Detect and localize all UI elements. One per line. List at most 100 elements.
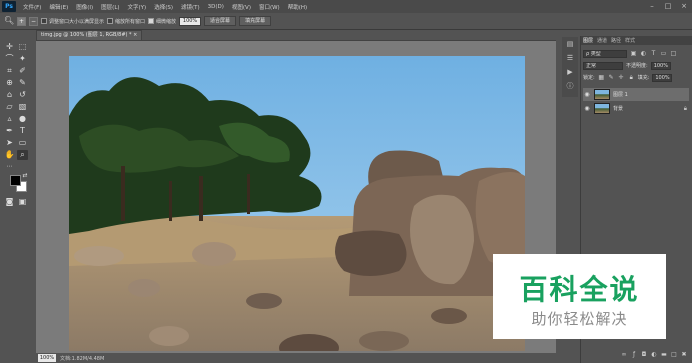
tab-paths[interactable]: 路径: [611, 37, 621, 44]
menu-view[interactable]: 视图(V): [228, 3, 255, 11]
trash-icon[interactable]: ✖: [681, 351, 687, 361]
visibility-eye-icon[interactable]: ◉: [583, 91, 591, 98]
eyedropper-tool-icon[interactable]: ✐: [17, 66, 28, 76]
resize-windows-checkbox[interactable]: 调整窗口大小以满屏显示: [41, 18, 104, 25]
zoom-out-button[interactable]: −: [29, 16, 38, 26]
lock-transparent-icon[interactable]: ▦: [598, 74, 605, 81]
zoom-icon[interactable]: 🔍︎: [4, 16, 14, 26]
close-window-button[interactable]: ×: [676, 0, 692, 13]
link-icon[interactable]: ∞: [621, 351, 627, 361]
quick-select-tool-icon[interactable]: ✦: [17, 54, 28, 64]
more-tools-icon[interactable]: ⋯: [4, 162, 15, 172]
layer-thumbnail: [594, 103, 610, 114]
dodge-tool-icon[interactable]: ●: [17, 114, 28, 124]
clone-stamp-tool-icon[interactable]: ⌂: [4, 90, 15, 100]
layer-thumbnail: [594, 89, 610, 100]
minimize-button[interactable]: –: [644, 0, 660, 13]
healing-brush-tool-icon[interactable]: ⊕: [4, 78, 15, 88]
collapsed-panel-dock: ▤ ☰ ▶ ⓘ: [562, 37, 578, 97]
filter-type-icon[interactable]: T: [650, 50, 657, 57]
quick-mask-icon[interactable]: ◙: [4, 197, 15, 207]
gradient-tool-icon[interactable]: ▧: [17, 102, 28, 112]
adjustment-icon[interactable]: ◐: [651, 351, 657, 361]
filter-pixel-icon[interactable]: ▣: [630, 50, 637, 57]
brush-tool-icon[interactable]: ✎: [17, 78, 28, 88]
layer-row[interactable]: ◉ 背景 🔒︎: [583, 102, 689, 115]
filter-smart-object-icon[interactable]: □: [670, 50, 677, 57]
path-select-tool-icon[interactable]: ➤: [4, 138, 15, 148]
blend-mode-select[interactable]: 正常: [583, 61, 623, 70]
menu-edit[interactable]: 编辑(E): [45, 3, 72, 11]
pen-tool-icon[interactable]: ✒: [4, 126, 15, 136]
zoom-in-button[interactable]: +: [17, 16, 26, 26]
move-tool-icon[interactable]: ✛: [4, 42, 15, 52]
rectangle-tool-icon[interactable]: ▭: [17, 138, 28, 148]
marquee-tool-icon[interactable]: ⬚: [17, 42, 28, 52]
menu-image[interactable]: 图像(I): [72, 3, 97, 11]
tab-layers[interactable]: 图层: [583, 37, 593, 44]
layer-name[interactable]: 背景: [613, 105, 623, 112]
zoom-tool-icon[interactable]: ⌕: [17, 150, 28, 160]
status-zoom-field[interactable]: 100%: [38, 354, 56, 362]
document-size-info[interactable]: 文档:1.82M/4.48M: [60, 355, 104, 362]
mask-icon[interactable]: ◘: [641, 351, 647, 361]
window-controls: – □ ×: [644, 0, 692, 13]
menu-filter[interactable]: 滤镜(T): [177, 3, 204, 11]
tab-styles[interactable]: 样式: [625, 37, 635, 44]
menu-layer[interactable]: 图层(L): [97, 3, 123, 11]
zoom-value-field[interactable]: 100%: [179, 16, 202, 26]
menu-window[interactable]: 窗口(W): [255, 3, 284, 11]
filter-shape-icon[interactable]: ▭: [660, 50, 667, 57]
layer-filter-row: ρ 类型 ▣ ◐ T ▭ □: [583, 49, 677, 58]
fill-field[interactable]: 100%: [652, 73, 673, 82]
photo-canvas[interactable]: [69, 56, 525, 351]
screen-mode-icon[interactable]: ▣: [17, 197, 28, 207]
close-tab-icon[interactable]: ×: [133, 32, 137, 38]
lock-all-icon[interactable]: 🔒︎: [628, 74, 635, 82]
watermark-title: 百科全说: [519, 273, 640, 306]
menu-bar: Ps 文件(F) 编辑(E) 图像(I) 图层(L) 文字(Y) 选择(S) 滤…: [0, 0, 692, 13]
lock-row: 锁定: ▦ ✎ ✛ 🔒︎ 填充: 100%: [583, 73, 673, 82]
fit-screen-button[interactable]: 适合屏幕: [204, 16, 237, 26]
layer-row[interactable]: ◉ 图层 1: [583, 88, 689, 101]
hand-tool-icon[interactable]: ✋: [4, 150, 15, 160]
opacity-field[interactable]: 100%: [650, 61, 671, 70]
scrubby-zoom-checkbox[interactable]: 细微缩放: [148, 18, 176, 25]
crop-tool-icon[interactable]: ⌗: [4, 66, 15, 76]
visibility-eye-icon[interactable]: ◉: [583, 105, 591, 112]
foreground-color-swatch[interactable]: [10, 175, 21, 186]
swap-colors-icon[interactable]: ⇄: [21, 171, 29, 181]
lock-position-icon[interactable]: ✛: [618, 74, 625, 81]
menu-type[interactable]: 文字(Y): [124, 3, 151, 11]
layer-filter-select[interactable]: ρ 类型: [583, 49, 627, 58]
new-layer-icon[interactable]: □: [671, 351, 677, 361]
lasso-tool-icon[interactable]: ⌒: [4, 54, 15, 64]
blur-tool-icon[interactable]: ▵: [4, 114, 15, 124]
opacity-label: 不透明度:: [626, 63, 648, 69]
properties-panel-icon[interactable]: ☰: [562, 51, 578, 65]
maximize-button[interactable]: □: [660, 0, 676, 13]
folder-icon[interactable]: ▬: [661, 351, 667, 361]
filter-adjustment-icon[interactable]: ◐: [640, 50, 647, 57]
document-tab[interactable]: timg.jpg @ 100% (图层 1, RGB/8#) * ×: [36, 30, 143, 40]
layer-name[interactable]: 图层 1: [613, 91, 628, 98]
info-panel-icon[interactable]: ⓘ: [562, 79, 578, 93]
fx-icon[interactable]: ƒ: [631, 351, 637, 361]
eraser-tool-icon[interactable]: ▱: [4, 102, 15, 112]
actions-panel-icon[interactable]: ▶: [562, 65, 578, 79]
checkbox-checked-icon: [148, 18, 155, 24]
menu-3d[interactable]: 3D(D): [204, 4, 228, 10]
menu-help[interactable]: 帮助(H): [284, 3, 311, 11]
history-panel-icon[interactable]: ▤: [562, 37, 578, 51]
panel-tabs: 图层 通道 路径 样式: [581, 36, 692, 45]
zoom-all-windows-checkbox[interactable]: 缩放所有窗口: [107, 18, 145, 25]
history-brush-tool-icon[interactable]: ↺: [17, 90, 28, 100]
lock-image-icon[interactable]: ✎: [608, 74, 615, 81]
tab-channels[interactable]: 通道: [597, 37, 607, 44]
fill-screen-button[interactable]: 填充屏幕: [239, 16, 272, 26]
menu-select[interactable]: 选择(S): [150, 3, 177, 11]
document-canvas-area[interactable]: [36, 40, 556, 353]
menu-file[interactable]: 文件(F): [19, 3, 45, 11]
type-tool-icon[interactable]: T: [17, 126, 28, 136]
tools-panel: ✛ ⬚ ⌒ ✦ ⌗ ✐ ⊕ ✎ ⌂ ↺ ▱ ▧ ▵ ● ✒ T ➤ ▭ ✋ ⌕ …: [2, 37, 31, 215]
